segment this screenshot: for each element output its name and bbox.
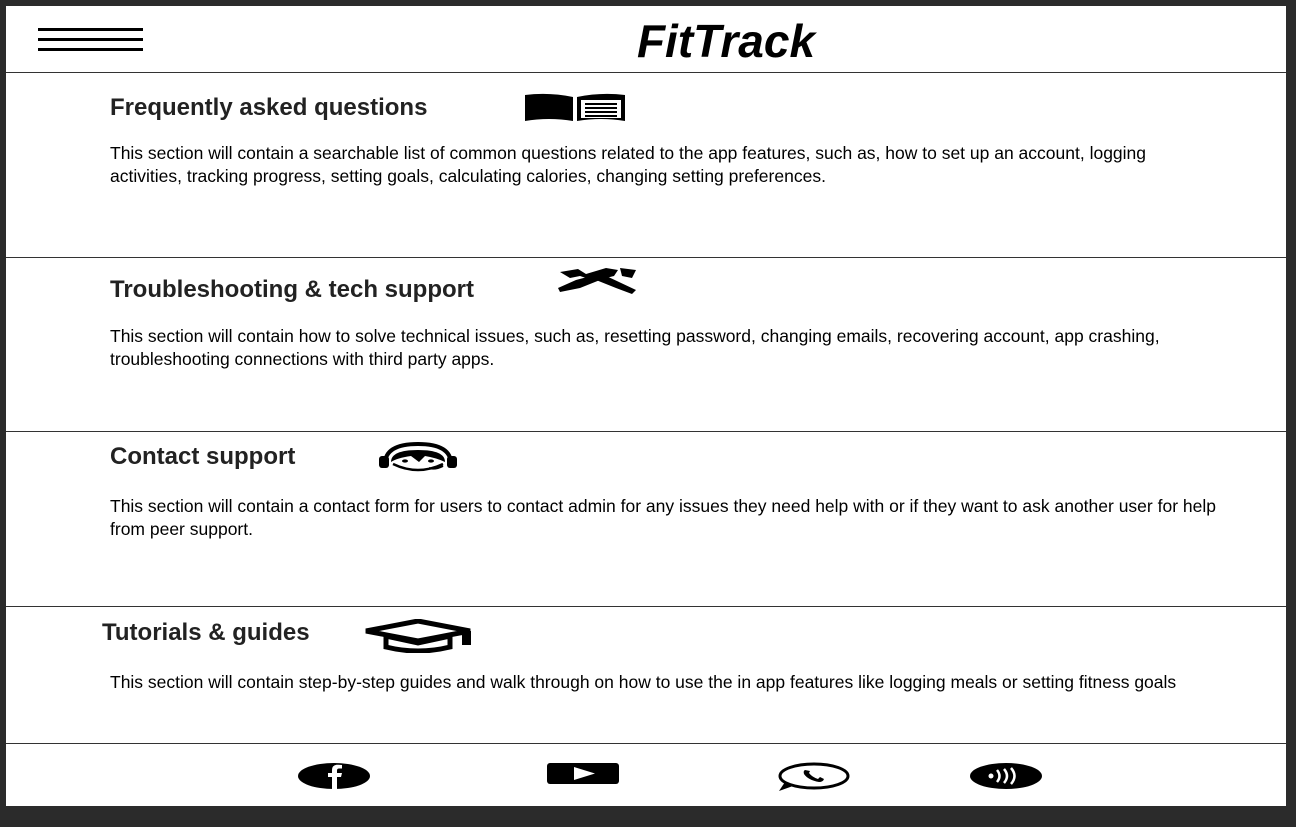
headset-support-icon	[379, 442, 457, 472]
contact-support-description: This section will contain a contact form…	[110, 496, 1216, 539]
footer	[6, 744, 1286, 806]
tutorials-description: This section will contain step-by-step g…	[110, 672, 1177, 692]
tutorials-section: Tutorials & guides This section will con…	[6, 607, 1286, 744]
app-title: FitTrack	[636, 15, 816, 67]
troubleshooting-heading[interactable]: Troubleshooting & tech support	[110, 276, 474, 304]
contact-support-section: Contact support This section will contai…	[6, 432, 1286, 607]
tools-icon	[558, 268, 636, 294]
faq-description: This section will contain a searchable l…	[110, 143, 1147, 186]
page-frame: FitTrack Frequently asked questions This…	[6, 6, 1286, 806]
graduation-cap-icon	[365, 619, 471, 653]
youtube-icon[interactable]	[546, 762, 620, 786]
contact-support-heading[interactable]: Contact support	[110, 443, 295, 471]
whatsapp-icon[interactable]	[777, 762, 851, 792]
header: FitTrack	[6, 6, 1286, 73]
social-dots-icon[interactable]	[969, 762, 1043, 790]
troubleshooting-section: Troubleshooting & tech support This sect…	[6, 258, 1286, 432]
open-book-icon	[525, 93, 625, 121]
faq-section: Frequently asked questions This section …	[6, 73, 1286, 258]
facebook-icon[interactable]	[297, 762, 371, 790]
faq-heading[interactable]: Frequently asked questions	[110, 94, 427, 122]
troubleshooting-description: This section will contain how to solve t…	[110, 326, 1160, 369]
tutorials-heading[interactable]: Tutorials & guides	[102, 619, 310, 647]
